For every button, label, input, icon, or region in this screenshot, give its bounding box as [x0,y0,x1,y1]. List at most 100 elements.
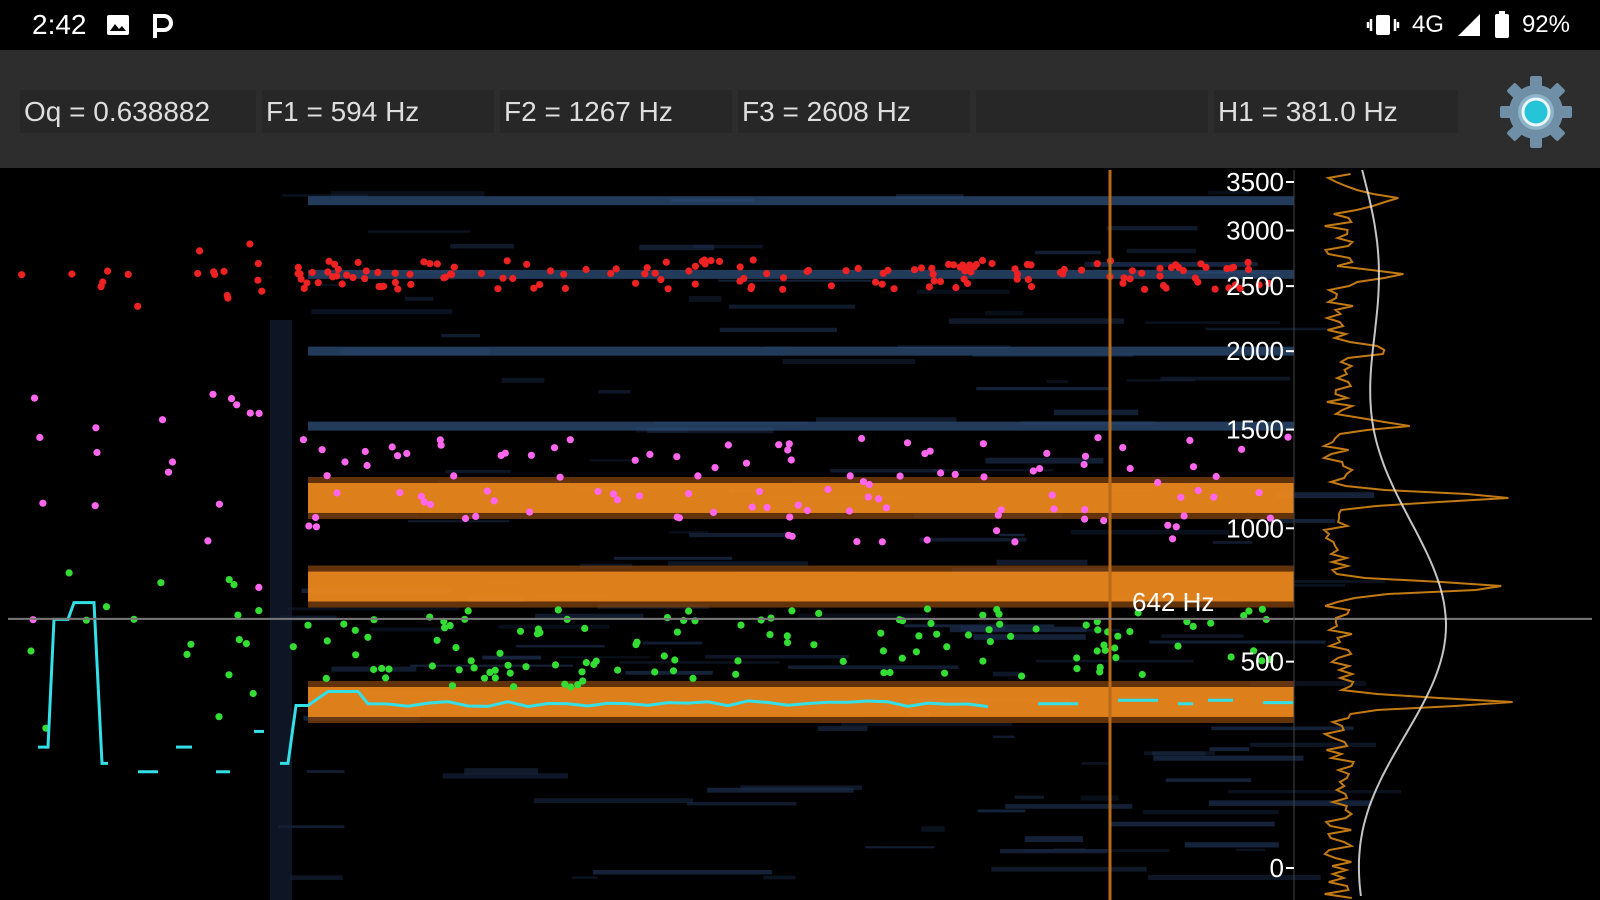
f1-point [1227,653,1235,661]
f3-point [1211,285,1219,293]
f3-point [779,274,788,282]
f2-point [675,514,684,522]
harmonic-band [308,196,1294,206]
f1-point [685,607,693,615]
f3-point [651,269,659,277]
f2-point [742,459,751,467]
f2-point [1119,444,1127,452]
spectrogram-streak [306,770,345,774]
spectrogram-streak [368,230,471,233]
spectrogram-streak [516,645,605,648]
f2-point [1186,436,1194,444]
f2-point [896,472,904,480]
f3-point [936,277,945,286]
cursor-freq-label: 642 Hz [1132,587,1214,617]
f1-point [985,626,993,634]
f1-point [352,651,360,659]
f1-point [464,607,472,615]
f1-point [470,664,478,672]
spectrogram-streak [689,532,789,538]
spectrogram-streak [270,320,292,900]
f1-point [225,671,233,679]
spectrogram-streak [830,468,945,473]
f3-point [952,284,960,292]
f3-point [1175,263,1183,272]
spectrogram-streak [1152,751,1206,756]
f3-point [1013,270,1022,278]
f1-point [879,647,888,655]
spectrogram-streak [619,661,780,664]
f1-point [1111,644,1119,652]
f3-point [1197,260,1205,268]
f1-point [27,647,35,655]
f1-point [480,674,489,682]
f3-point [254,260,262,268]
f3-point [329,273,337,281]
f2-point [497,451,505,460]
f1-point [234,611,242,619]
empty-readout [976,90,1208,133]
spectrogram-streak [1205,327,1329,331]
spectrogram-streak [1126,379,1196,382]
f1-point [370,665,378,674]
f1-point [382,674,390,682]
spectrogram-streak [1165,778,1252,782]
spectrogram-streak [948,318,1124,324]
f1-point [1189,622,1197,630]
f1-point [504,661,512,669]
f3-point [509,274,517,283]
f1-point [1096,663,1104,671]
f1-point [757,616,765,624]
spectrogram-streak [482,655,542,660]
f3-point [925,283,933,291]
f3-point [878,280,886,288]
f3-point [134,302,142,310]
f1-point [230,581,238,589]
f2-point [36,433,44,442]
spectrogram-plot[interactable]: 642 Hz 3500 3000 2500 2000 1500 1000 500 0 [8,170,1592,900]
f2-point [1036,465,1044,473]
f1-point [877,629,885,637]
f1-point [522,663,530,671]
f3-point [978,256,987,265]
f1-point [102,603,111,611]
f2-point [748,503,756,511]
f1-point [506,669,514,677]
gear-icon[interactable] [1496,72,1576,152]
f3-point [631,279,640,287]
f1-point [669,667,678,675]
f3-point [450,263,458,271]
spectrogram-streak [992,671,1022,677]
f2-point [875,495,883,503]
f3-point [362,267,370,275]
f2-point [784,446,792,454]
oq-readout: Oq = 0.638882 [20,90,256,133]
f2-point [396,489,404,497]
spectrogram-streak [533,798,694,803]
spectrogram-streak [598,390,631,394]
f2-point [846,472,854,480]
f3-point [394,285,402,293]
image-icon [105,12,131,38]
f3-point [1093,260,1101,268]
f2-point [631,456,639,464]
f3-point [612,265,620,273]
f1-point [943,643,951,651]
f2-point [1180,512,1188,520]
f2-point [215,500,223,508]
harmonic-band [308,269,1294,279]
f1-point [1082,621,1090,629]
f2-point [1011,538,1019,546]
f2-point [318,446,326,454]
f3-point [99,278,107,286]
f2-point [1094,434,1102,442]
readout-bar: Oq = 0.638882 F1 = 594 Hz F2 = 1267 Hz F… [0,50,1600,168]
spectrogram-streak [984,310,1024,316]
f2-point [1048,491,1056,499]
f1-point [187,640,195,648]
f2-point [923,536,931,544]
spectrogram-streak [1109,821,1275,827]
f3-point [657,276,665,284]
f2-point [333,489,341,497]
harmonic-band [308,482,1294,513]
